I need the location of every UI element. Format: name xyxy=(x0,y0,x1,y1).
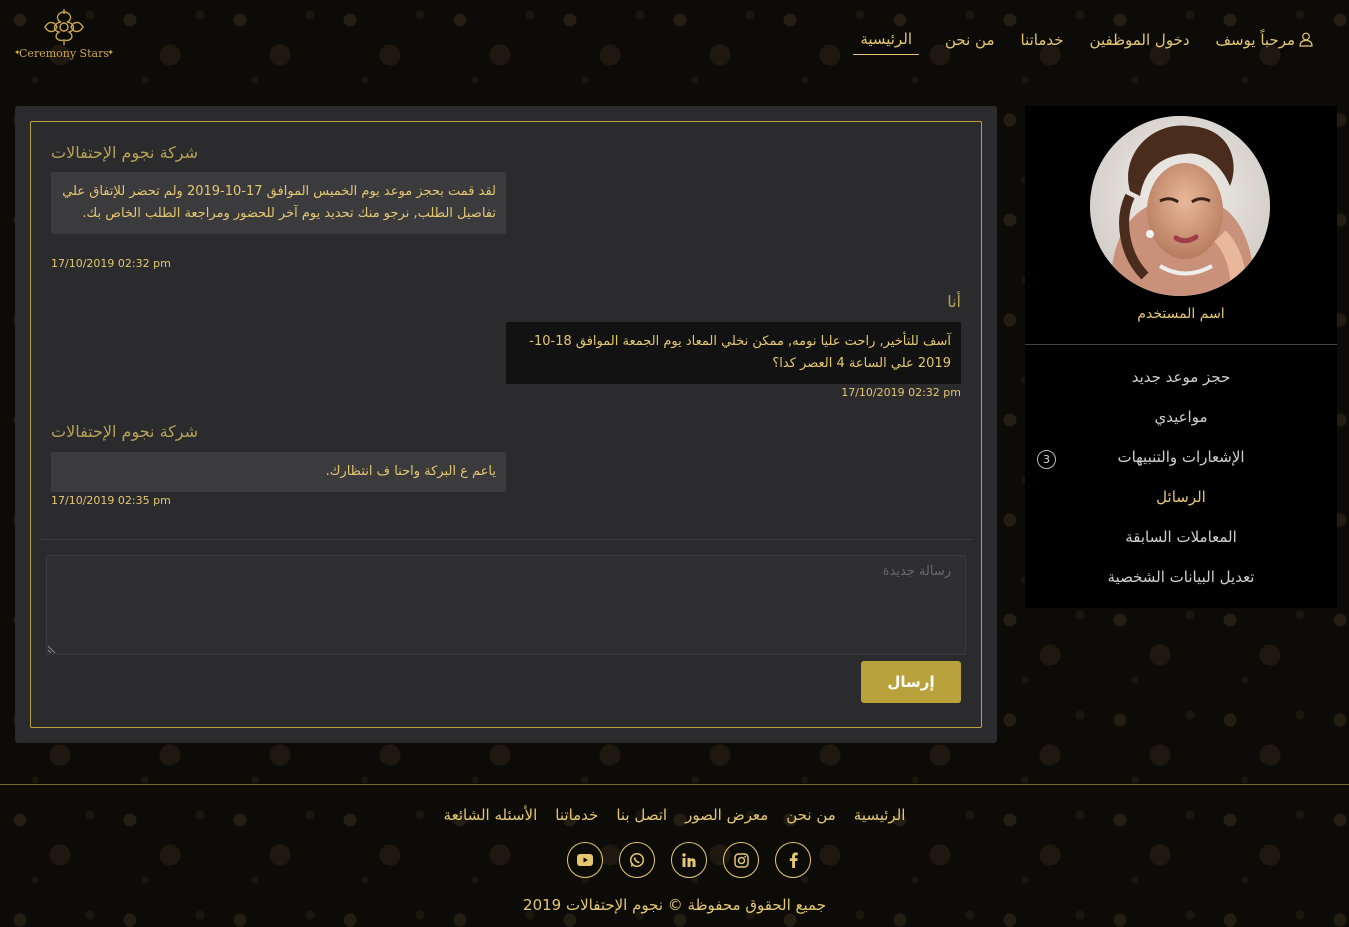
chat-frame: شركة نجوم الإحتفالات لقد قمت بحجز موعد ي… xyxy=(30,121,982,728)
nav-item-label: مرحباً يوسف xyxy=(1215,30,1295,49)
sidebar-item-my-appointments[interactable]: مواعيدي xyxy=(1025,408,1337,448)
footer-link-gallery[interactable]: معرض الصور xyxy=(685,806,768,824)
ornament-logo-icon xyxy=(44,9,84,45)
message-timestamp: 17/10/2019 02:32 pm xyxy=(841,386,961,399)
nav-item-label: من نحن xyxy=(945,30,995,49)
message-bubble-received: ياعم ع البركة واحنا ف انتظارك. xyxy=(51,452,506,492)
resize-grip-icon[interactable] xyxy=(47,644,57,654)
sidebar-menu: حجز موعد جديد مواعيدي الإشعارات والتنبيه… xyxy=(1025,368,1337,608)
sidebar-item-label: الإشعارات والتنبيهات xyxy=(1117,448,1245,466)
facebook-icon[interactable] xyxy=(775,842,811,878)
whatsapp-icon[interactable] xyxy=(619,842,655,878)
message-sender: شركة نجوم الإحتفالات xyxy=(51,422,198,441)
nav-item-services[interactable]: خدماتنا xyxy=(1021,31,1064,55)
instagram-icon[interactable] xyxy=(723,842,759,878)
new-message-input[interactable] xyxy=(46,555,966,655)
footer-link-faq[interactable]: الأسئله الشائعة xyxy=(444,806,538,824)
message-sender: أنا xyxy=(947,292,961,311)
footer-link-services[interactable]: خدماتنا xyxy=(555,806,598,824)
brand-logo[interactable]: Ceremony Stars ✦ ✦ xyxy=(14,8,114,64)
sidebar-item-new-booking[interactable]: حجز موعد جديد xyxy=(1025,368,1337,408)
logo-text: Ceremony Stars xyxy=(19,47,109,60)
sidebar-item-label: الرسائل xyxy=(1156,488,1206,506)
nav-item-staff-login[interactable]: دخول الموظفين xyxy=(1090,31,1190,55)
avatar xyxy=(1090,116,1270,296)
message-bubble-received: لقد قمت بحجز موعد يوم الخميس الموافق 17-… xyxy=(51,172,506,234)
nav-item-label: الرئيسية xyxy=(860,30,912,48)
footer-nav: الرئيسية من نحن معرض الصور اتصل بنا خدما… xyxy=(0,806,1349,824)
message-timestamp: 17/10/2019 02:32 pm xyxy=(51,257,171,270)
linkedin-icon[interactable] xyxy=(671,842,707,878)
footer-divider xyxy=(0,784,1349,785)
star-icon: ✦ xyxy=(107,48,114,57)
user-icon xyxy=(1299,32,1313,47)
nav-item-label: خدماتنا xyxy=(1020,30,1064,49)
footer-link-about[interactable]: من نحن xyxy=(786,806,836,824)
sidebar-item-label: مواعيدي xyxy=(1154,408,1208,426)
sidebar-divider xyxy=(1025,344,1337,345)
chat-panel: شركة نجوم الإحتفالات لقد قمت بحجز موعد ي… xyxy=(15,106,997,743)
notification-count-badge: 3 xyxy=(1037,450,1056,469)
social-links xyxy=(567,842,811,878)
nav-item-label: دخول الموظفين xyxy=(1089,30,1190,49)
nav-item-user-greeting[interactable]: مرحباً يوسف xyxy=(1216,31,1313,55)
copyright-text: جميع الحقوق محفوظة © نجوم الإحتفالات 201… xyxy=(523,896,826,914)
sidebar-item-label: تعديل البيانات الشخصية xyxy=(1107,568,1255,586)
send-button[interactable]: إرسال xyxy=(861,661,961,703)
sidebar-item-messages[interactable]: الرسائل xyxy=(1025,488,1337,528)
message-bubble-sent: آسف للتأخير, راحت عليا نومه, ممكن نخلي ا… xyxy=(506,322,961,384)
message-timestamp: 17/10/2019 02:35 pm xyxy=(51,494,171,507)
main-nav: الرئيسية من نحن خدماتنا دخول الموظفين مر… xyxy=(853,30,1313,55)
sidebar-item-notifications[interactable]: الإشعارات والتنبيهات 3 xyxy=(1025,448,1337,488)
sidebar-item-label: حجز موعد جديد xyxy=(1131,368,1231,386)
sidebar-item-past-transactions[interactable]: المعاملات السابقة xyxy=(1025,528,1337,568)
sidebar-item-edit-profile[interactable]: تعديل البيانات الشخصية xyxy=(1025,568,1337,608)
sidebar-item-label: المعاملات السابقة xyxy=(1125,528,1237,546)
nav-item-about[interactable]: من نحن xyxy=(945,31,995,55)
footer-link-contact[interactable]: اتصل بنا xyxy=(616,806,667,824)
username-label: اسم المستخدم xyxy=(1137,306,1225,322)
user-sidebar: اسم المستخدم حجز موعد جديد مواعيدي الإشع… xyxy=(1025,106,1337,608)
youtube-icon[interactable] xyxy=(567,842,603,878)
nav-item-home[interactable]: الرئيسية xyxy=(853,30,919,55)
star-icon: ✦ xyxy=(14,48,21,57)
footer-link-home[interactable]: الرئيسية xyxy=(854,806,906,824)
compose-divider xyxy=(41,539,973,540)
message-sender: شركة نجوم الإحتفالات xyxy=(51,143,198,162)
